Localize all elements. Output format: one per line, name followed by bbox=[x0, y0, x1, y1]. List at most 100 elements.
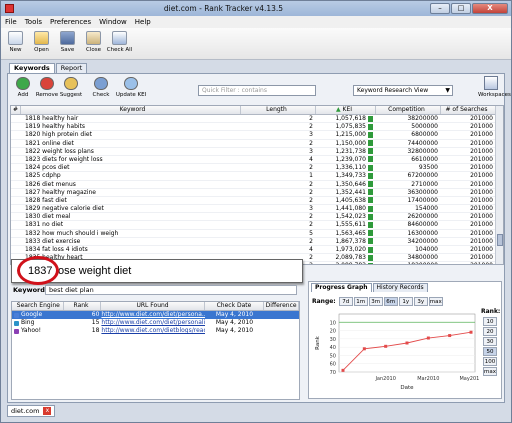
kei-bar bbox=[368, 164, 373, 171]
tab-report[interactable]: Report bbox=[55, 63, 88, 73]
table-row[interactable]: 1832 how much should i weigh 5 1,563,465 16… bbox=[11, 230, 503, 238]
col-difference[interactable]: Difference bbox=[264, 302, 299, 310]
remove-keyword-button[interactable]: Remove bbox=[36, 77, 58, 98]
close-window-button[interactable]: X bbox=[472, 3, 508, 14]
rank-button-max[interactable]: max bbox=[483, 367, 497, 376]
menu-file[interactable]: File bbox=[5, 18, 17, 26]
url-cell[interactable]: http://www.diet.com/diet/personalit... bbox=[101, 319, 204, 327]
check-all-button[interactable]: Check All bbox=[107, 31, 132, 53]
col-length[interactable]: Length bbox=[241, 106, 316, 114]
project-tab[interactable]: diet.com x bbox=[7, 405, 56, 417]
range-button-1m[interactable]: 1m bbox=[353, 297, 368, 306]
scroll-thumb[interactable] bbox=[497, 234, 503, 246]
col-check-date[interactable]: Check Date bbox=[205, 302, 265, 310]
competition-cell: 32800000 bbox=[407, 147, 438, 155]
table-row[interactable]: 1820 high protein diet 3 1,215,000 6800000 2… bbox=[11, 131, 503, 140]
rank-button-20[interactable]: 20 bbox=[483, 327, 497, 336]
add-keyword-button[interactable]: Add bbox=[12, 77, 34, 98]
table-row[interactable]: 1825 cdphp 1 1,349,733 67200000 201000 bbox=[11, 172, 503, 181]
table-row[interactable]: 1833 diet exercise 2 1,867,378 34200000 2010… bbox=[11, 238, 503, 246]
y-axis-label: Rank bbox=[315, 335, 321, 350]
range-button-1y[interactable]: 1y bbox=[398, 297, 413, 306]
menu-window[interactable]: Window bbox=[99, 18, 127, 26]
length-cell: 2 bbox=[309, 139, 313, 147]
table-row[interactable]: 1823 diets for weight loss 4 1,239,070 6610… bbox=[11, 156, 503, 165]
view-select[interactable]: Keyword Research View ▼ bbox=[353, 85, 453, 96]
workspaces-button[interactable]: Workspaces bbox=[478, 76, 511, 98]
rank-button-30[interactable]: 30 bbox=[483, 337, 497, 346]
col-competition[interactable]: Competition bbox=[376, 106, 441, 114]
table-row[interactable]: Google 60 http://www.diet.com/diet/persona… bbox=[12, 311, 299, 319]
table-row[interactable]: 1827 healthy magazine 2 1,352,441 36300000 2… bbox=[11, 189, 503, 197]
open-button[interactable]: Open bbox=[31, 31, 52, 53]
col-searches[interactable]: # of Searches bbox=[441, 106, 496, 114]
range-button-max[interactable]: max bbox=[428, 297, 443, 306]
check-button[interactable]: Check bbox=[90, 77, 112, 98]
col-rank[interactable]: Rank bbox=[64, 302, 102, 310]
tab-progress-graph[interactable]: Progress Graph bbox=[311, 283, 372, 292]
range-button-6m[interactable]: 6m bbox=[383, 297, 398, 306]
url-cell[interactable]: http://www.diet.com/diet/persona... bbox=[101, 311, 204, 319]
col-search-engine[interactable]: Search Engine bbox=[12, 302, 64, 310]
tab-keywords[interactable]: Keywords bbox=[9, 63, 55, 73]
kei-value: 1,973,020 bbox=[335, 246, 366, 253]
kei-value: 1,350,646 bbox=[335, 180, 366, 188]
table-row[interactable]: Yahoo! 18 http://www.diet.com/dietblogs/re… bbox=[12, 327, 299, 335]
length-cell: 3 bbox=[309, 131, 313, 139]
rank-button-100[interactable]: 100 bbox=[483, 357, 497, 366]
menu-tools[interactable]: Tools bbox=[25, 18, 42, 26]
kei-bar bbox=[368, 131, 373, 138]
kei-value: 2,089,783 bbox=[335, 254, 366, 262]
close-tab-icon[interactable]: x bbox=[43, 407, 52, 415]
close-project-button[interactable]: Close bbox=[83, 31, 104, 53]
update-kei-button[interactable]: Update KEI bbox=[116, 77, 146, 98]
rank-button-50[interactable]: 50 bbox=[483, 347, 497, 356]
range-button-7d[interactable]: 7d bbox=[338, 297, 353, 306]
col-num[interactable]: # bbox=[11, 106, 21, 114]
kei-value: 1,215,000 bbox=[335, 131, 366, 139]
kei-bar bbox=[368, 262, 373, 264]
col-url[interactable]: URL Found bbox=[101, 302, 205, 310]
kei-cell: 1,075,835 bbox=[316, 123, 376, 130]
table-row[interactable]: 1818 healthy hair 2 1,057,618 38200000 20100… bbox=[11, 115, 503, 124]
keyword-table: # Keyword Length ▲ KEI Competition # of … bbox=[10, 105, 504, 265]
save-button[interactable]: Save bbox=[57, 31, 78, 53]
view-select-value: Keyword Research View bbox=[357, 87, 429, 94]
table-row[interactable]: 1821 online diet 2 1,150,000 74400000 201000 bbox=[11, 140, 503, 148]
menu-preferences[interactable]: Preferences bbox=[50, 18, 91, 26]
quick-filter-input[interactable]: Quick Filter : contains bbox=[198, 85, 316, 96]
table-row[interactable]: 1831 no diet 2 1,555,611 84600000 201000 bbox=[11, 221, 503, 230]
table-row[interactable]: 1830 diet meal 2 1,542,023 26200000 201000 bbox=[11, 213, 503, 222]
minimize-button[interactable]: – bbox=[430, 3, 450, 14]
table-row[interactable]: Bing 15 http://www.diet.com/diet/personali… bbox=[12, 319, 299, 327]
table-row[interactable]: 1819 healthy habits 2 1,075,835 5000000 2010… bbox=[11, 123, 503, 132]
range-button-3m[interactable]: 3m bbox=[368, 297, 383, 306]
url-cell[interactable]: http://www.diet.com/dietblogs/read... bbox=[101, 327, 204, 335]
table-row[interactable]: 1826 diet menus 2 1,350,646 2710000 201000 bbox=[11, 181, 503, 189]
table-row[interactable]: 1834 fat loss 4 idiots 4 1,973,020 104000 20… bbox=[11, 246, 503, 255]
table-row[interactable]: 1822 weight loss plans 3 1,231,738 32800000… bbox=[11, 148, 503, 156]
table-row[interactable]: 1824 pcos diet 2 1,336,110 93500 201000 bbox=[11, 164, 503, 173]
tab-history-records[interactable]: History Records bbox=[372, 283, 428, 292]
suggest-button[interactable]: Suggest bbox=[60, 77, 82, 98]
kei-bar bbox=[368, 115, 373, 122]
x-tick-label: May2010 bbox=[459, 376, 479, 382]
table-row[interactable]: 1828 fast diet 2 1,405,638 17400000 201000 bbox=[11, 197, 503, 206]
keyword-scrollbar[interactable] bbox=[495, 106, 503, 264]
title-bar: diet.com - Rank Tracker v4.13.5 – □ X bbox=[1, 1, 511, 16]
rank-button-10[interactable]: 10 bbox=[483, 317, 497, 326]
col-keyword[interactable]: Keyword bbox=[21, 106, 241, 114]
row-checkbox bbox=[11, 221, 21, 228]
col-kei[interactable]: ▲ KEI bbox=[316, 106, 376, 114]
range-button-3y[interactable]: 3y bbox=[413, 297, 428, 306]
new-button[interactable]: New bbox=[5, 31, 26, 53]
window-title: diet.com - Rank Tracker v4.13.5 bbox=[163, 4, 284, 13]
table-row[interactable]: 1829 negative calorie diet 3 1,441,080 1540… bbox=[11, 205, 503, 214]
menu-help[interactable]: Help bbox=[135, 18, 151, 26]
kei-cell: 1,215,000 bbox=[316, 131, 376, 138]
app-icon bbox=[5, 4, 14, 13]
searches-cell: 201000 bbox=[470, 221, 493, 229]
keyword-label: Keyword: bbox=[13, 286, 48, 294]
maximize-button[interactable]: □ bbox=[451, 3, 471, 14]
y-tick-label: 40 bbox=[330, 345, 336, 351]
